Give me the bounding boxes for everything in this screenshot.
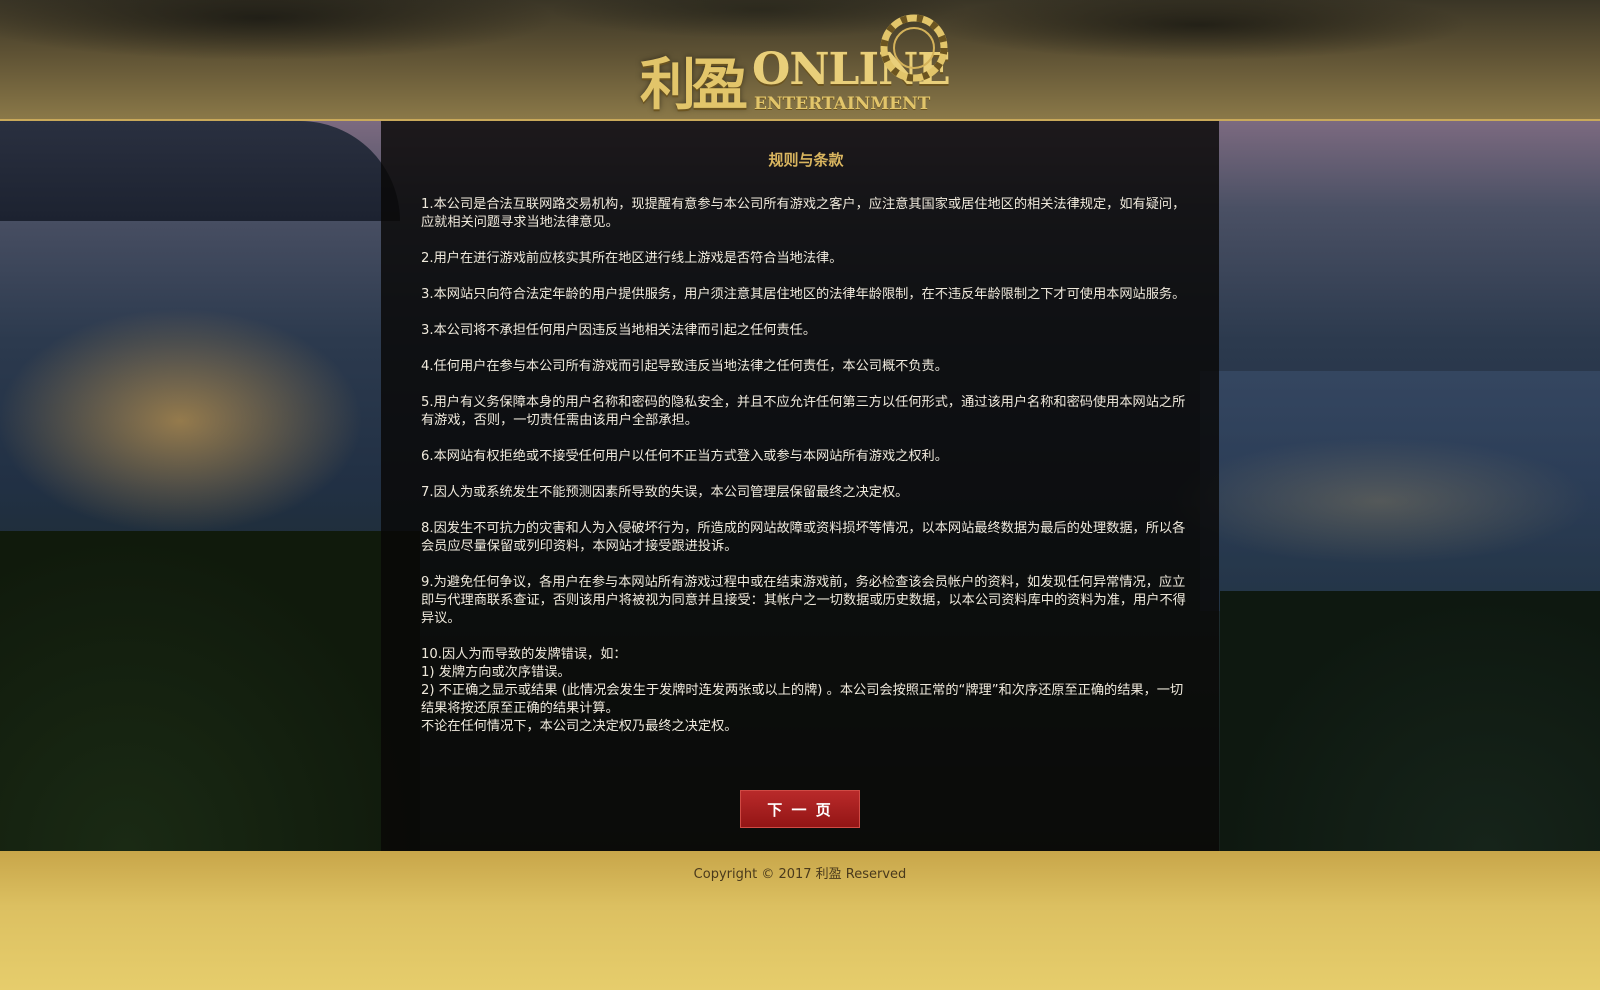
term-10-item-1: 1) 发牌方向或次序错误。 [421,665,571,680]
terms-panel: 规则与条款 1.本公司是合法互联网路交易机构，现提醒有意参与本公司所有游戏之客户… [381,121,1219,851]
site-logo[interactable]: 利盈 ONLINE ENTERTAINMENT [640,14,960,118]
copyright-text: Copyright © 2017 利盈 Reserved [693,867,907,882]
term-item-10: 10.因人为而导致的发牌错误，如： 1) 发牌方向或次序错误。 2) 不正确之显… [421,646,1191,736]
hill-silhouette [0,121,400,221]
term-item: 1.本公司是合法互联网路交易机构，现提醒有意参与本公司所有游戏之客户，应注意其国… [421,197,1186,230]
terms-list: 1.本公司是合法互联网路交易机构，现提醒有意参与本公司所有游戏之客户，应注意其国… [421,196,1191,736]
forest-right [1220,591,1600,851]
term-10-intro: 10.因人为而导致的发牌错误，如： [421,647,627,662]
logo-entertainment-text: ENTERTAINMENT [754,94,931,114]
term-item: 3.本公司将不承担任何用户因违反当地相关法律而引起之任何责任。 [421,323,817,338]
term-item: 3.本网站只向符合法定年龄的用户提供服务，用户须注意其居住地区的法律年龄限制，在… [421,287,1186,302]
term-10-item-2: 2) 不正确之显示或结果 (此情况会发生于发牌时连发两张或以上的牌) 。本公司会… [421,683,1184,716]
forest-left [0,531,420,851]
term-10-final: 不论在任何情况下，本公司之决定权乃最终之决定权。 [421,719,738,734]
term-item: 4.任何用户在参与本公司所有游戏而引起导致违反当地法律之任何责任，本公司概不负责… [421,359,948,374]
river-area [1200,371,1600,611]
casino-chip-icon [880,14,948,82]
term-item: 5.用户有义务保障本身的用户名称和密码的隐私安全，并且不应允许任何第三方以任何形… [421,395,1186,428]
term-item: 9.为避免任何争议，各用户在参与本网站所有游戏过程中或在结束游戏前，务必检查该会… [421,575,1186,626]
term-item: 7.因人为或系统发生不能预测因素所导致的失误，本公司管理层保留最终之决定权。 [421,485,909,500]
next-page-button[interactable]: 下 一 页 [740,790,860,828]
header: 利盈 ONLINE ENTERTAINMENT [0,0,1600,121]
logo-cn-text: 利盈 [640,52,748,118]
footer: Copyright © 2017 利盈 Reserved [0,851,1600,990]
page-title: 规则与条款 [768,151,844,169]
term-item: 6.本网站有权拒绝或不接受任何用户以任何不正当方式登入或参与本网站所有游戏之权利… [421,449,948,464]
term-item: 2.用户在进行游戏前应核实其所在地区进行线上游戏是否符合当地法律。 [421,251,843,266]
term-item: 8.因发生不可抗力的灾害和人为入侵破坏行为，所造成的网站故障或资料损坏等情况，以… [421,521,1186,554]
